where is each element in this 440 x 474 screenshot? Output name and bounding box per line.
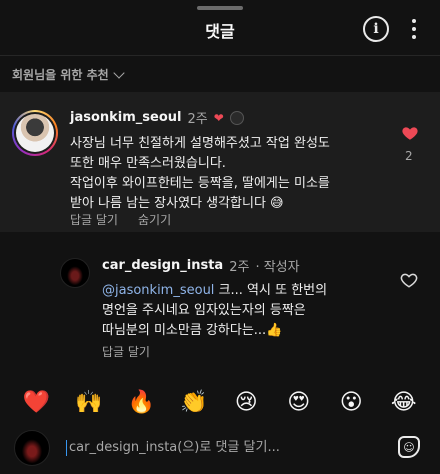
emoji-clap[interactable]: 👏 <box>178 386 210 418</box>
emoji-raising-hands[interactable]: 🙌 <box>73 386 105 418</box>
reply-time: 2주 <box>229 260 250 275</box>
creator-mini-avatar <box>229 110 244 125</box>
reply-avatar[interactable] <box>60 258 90 288</box>
emoji-surprised[interactable]: 😮 <box>335 386 367 418</box>
comment-text: 사장님 너무 친절하게 설명해주셨고 작업 완성도 또한 매우 만족스러웠습니다… <box>70 136 330 211</box>
emoji-heart[interactable]: ❤️ <box>20 386 52 418</box>
quick-emoji-bar: ❤️ 🙌 🔥 👏 😢 😍 😮 😂 <box>0 382 440 422</box>
reply-actions: 답글 달기 <box>102 343 150 360</box>
like-count: 2 <box>405 149 413 163</box>
info-icon[interactable]: i <box>363 16 389 42</box>
reply-header: car_design_insta 2주 · 작성자 <box>102 256 300 275</box>
emoji-fire[interactable]: 🔥 <box>125 386 157 418</box>
avatar[interactable] <box>12 110 58 156</box>
text-caret <box>66 439 67 456</box>
comment-header: jasonkim_seoul 2주 ❤ <box>70 108 244 127</box>
emoji-crying[interactable]: 😢 <box>230 386 262 418</box>
reply-button[interactable]: 답글 달기 <box>70 211 118 228</box>
comment-time: 2주 <box>187 112 208 127</box>
author-badge: · 작성자 <box>255 260 300 275</box>
reply-username[interactable]: car_design_insta <box>102 258 223 273</box>
reply-text: @jasonkim_seoul 크... 역시 또 한번의 명언을 주시네요 임… <box>102 283 328 338</box>
mention-link[interactable]: @jasonkim_seoul <box>102 283 214 298</box>
comment-actions: 답글 달기 숨기기 <box>70 211 171 228</box>
chevron-down-icon <box>113 66 125 79</box>
heart-outline-icon[interactable] <box>400 271 418 289</box>
sticker-icon[interactable]: ☺ <box>398 436 420 458</box>
reply-reply-button[interactable]: 답글 달기 <box>102 343 150 360</box>
hide-button[interactable]: 숨기기 <box>138 211 171 228</box>
heart-filled-icon[interactable] <box>401 124 419 142</box>
header-divider <box>0 55 440 56</box>
more-options-icon[interactable] <box>406 17 422 41</box>
creator-liked-heart-icon: ❤ <box>213 110 224 125</box>
comment-username[interactable]: jasonkim_seoul <box>70 110 182 125</box>
emoji-heart-eyes[interactable]: 😍 <box>283 386 315 418</box>
current-user-avatar <box>14 430 50 466</box>
comment-input[interactable]: car_design_insta(으)로 댓글 달기... <box>66 436 280 456</box>
sort-dropdown[interactable]: 회원님을 위한 추천 <box>12 66 125 83</box>
sort-label: 회원님을 위한 추천 <box>12 68 109 82</box>
drag-handle[interactable] <box>197 6 243 10</box>
emoji-laughing[interactable]: 😂 <box>388 386 420 418</box>
